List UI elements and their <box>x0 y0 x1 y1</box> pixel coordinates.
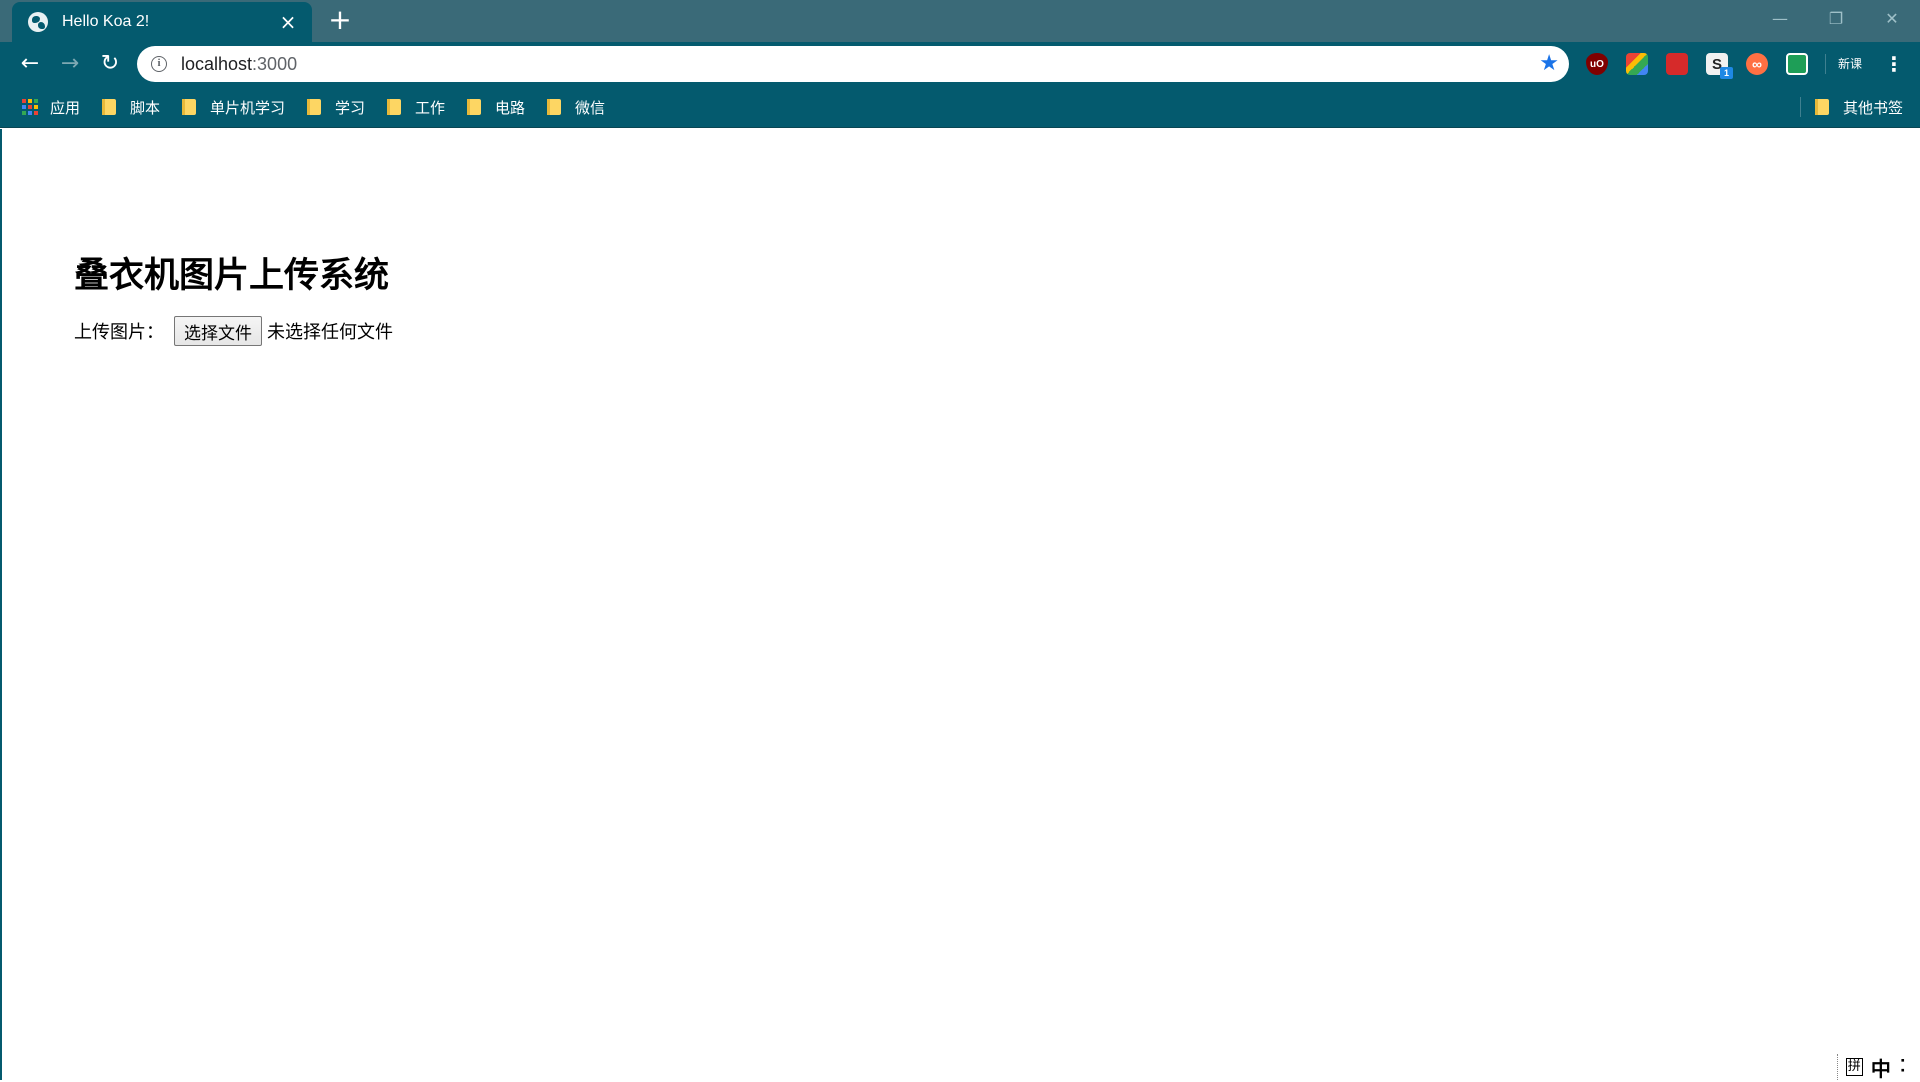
folder-icon <box>1815 99 1829 115</box>
apps-grid-dot <box>34 99 38 103</box>
tab-title: Hello Koa 2! <box>62 13 150 30</box>
upload-form: 上传图片： 选择文件 未选择任何文件 <box>74 315 393 347</box>
folder-icon <box>547 99 561 115</box>
globe-icon <box>28 12 48 32</box>
pinyin-mode-icon[interactable]: 拼 <box>1845 1058 1863 1076</box>
file-status: 未选择任何文件 <box>267 322 393 343</box>
restore-button[interactable]: ❐ <box>1808 0 1864 36</box>
bookmark-label: 脚本 <box>130 98 161 117</box>
apps-grid-dot <box>34 105 38 109</box>
bookmark-apps[interactable]: 应用 <box>22 97 80 117</box>
apps-grid-dot <box>34 111 38 115</box>
bookmark-label: 单片机学习 <box>210 98 286 117</box>
bookmarks-divider <box>1800 97 1801 117</box>
toolbar: ← → ↻ i localhost:3000 ★ uO S 1 ∞ 新课 ⋮ <box>0 42 1920 86</box>
minimize-button[interactable]: — <box>1752 0 1808 36</box>
apps-grid-dot <box>28 99 32 103</box>
s-extension-badge: 1 <box>1720 67 1733 79</box>
toolbar-divider <box>1825 54 1826 74</box>
page-content: 叠衣机图片上传系统 上传图片： 选择文件 未选择任何文件 <box>2 129 1920 1080</box>
close-window-button[interactable]: ✕ <box>1864 0 1920 36</box>
close-tab-icon[interactable]: × <box>278 12 298 32</box>
apps-grid-dot <box>28 111 32 115</box>
gift-extension-icon[interactable] <box>1666 53 1688 75</box>
apps-grid-dot <box>22 105 26 109</box>
folder-icon <box>307 99 321 115</box>
browser-window: Hello Koa 2! × + — ❐ ✕ ← → ↻ i localhost… <box>0 0 1920 1082</box>
bookmark-folder-2[interactable]: 单片机学习 <box>182 97 285 117</box>
ublock-extension-icon[interactable]: uO <box>1586 53 1608 75</box>
address-bar[interactable]: i localhost:3000 ★ <box>137 46 1569 82</box>
folder-icon <box>102 99 116 115</box>
folder-icon <box>182 99 196 115</box>
info-icon[interactable]: i <box>151 56 167 72</box>
reload-button[interactable]: ↻ <box>96 50 124 78</box>
folder-icon <box>387 99 401 115</box>
bookmark-label: 学习 <box>335 98 366 117</box>
upload-label: 上传图片： <box>74 322 164 343</box>
url-host: localhost <box>181 53 253 74</box>
color-extension-icon[interactable] <box>1626 53 1648 75</box>
infinity-extension-icon[interactable]: ∞ <box>1746 53 1768 75</box>
bookmark-folder-4[interactable]: 工作 <box>387 97 445 117</box>
bookmark-folder-1[interactable]: 脚本 <box>102 97 160 117</box>
bookmark-folder-5[interactable]: 电路 <box>467 97 525 117</box>
tab-hello-koa[interactable]: Hello Koa 2! × <box>12 2 312 42</box>
chinese-mode-icon[interactable]: 中 <box>1871 1053 1891 1082</box>
more-menu-icon[interactable]: ⋮ <box>1884 51 1904 77</box>
window-controls: — ❐ ✕ <box>1752 0 1920 36</box>
bookmarks-bar: 应用 脚本 单片机学习 学习 工作 电路 微信 其他书签 <box>0 86 1920 128</box>
ime-indicator: 拼 中 ⠅ <box>1836 1053 1912 1082</box>
bookmark-star-icon[interactable]: ★ <box>1539 51 1559 77</box>
url-text[interactable]: localhost:3000 <box>181 54 297 75</box>
bookmark-label: 应用 <box>50 98 81 117</box>
back-button[interactable]: ← <box>16 50 44 78</box>
bookmark-folder-6[interactable]: 微信 <box>547 97 605 117</box>
url-port: :3000 <box>252 53 298 74</box>
forward-button[interactable]: → <box>56 50 84 78</box>
new-tab-button[interactable]: + <box>326 6 354 34</box>
folder-icon <box>467 99 481 115</box>
s-extension-icon[interactable]: S 1 <box>1706 53 1733 79</box>
bookmark-folder-3[interactable]: 学习 <box>307 97 365 117</box>
apps-grid-dot <box>22 111 26 115</box>
apps-grid-dot <box>22 99 26 103</box>
bookmark-label: 微信 <box>575 98 606 117</box>
bookmark-other[interactable]: 其他书签 <box>1815 97 1903 117</box>
bookmark-label: 其他书签 <box>1843 98 1904 117</box>
xinke-extension[interactable]: 新课 <box>1838 55 1862 73</box>
page-title: 叠衣机图片上传系统 <box>74 256 390 296</box>
choose-file-button[interactable]: 选择文件 <box>174 316 262 346</box>
tab-strip: Hello Koa 2! × + — ❐ ✕ <box>0 0 1920 42</box>
apps-grid-icon <box>22 99 38 115</box>
green-extension-icon[interactable] <box>1786 53 1808 75</box>
apps-grid-dot <box>28 105 32 109</box>
bookmark-label: 电路 <box>495 98 526 117</box>
ime-options-icon[interactable]: ⠅ <box>1899 1057 1912 1078</box>
bookmark-label: 工作 <box>415 98 446 117</box>
